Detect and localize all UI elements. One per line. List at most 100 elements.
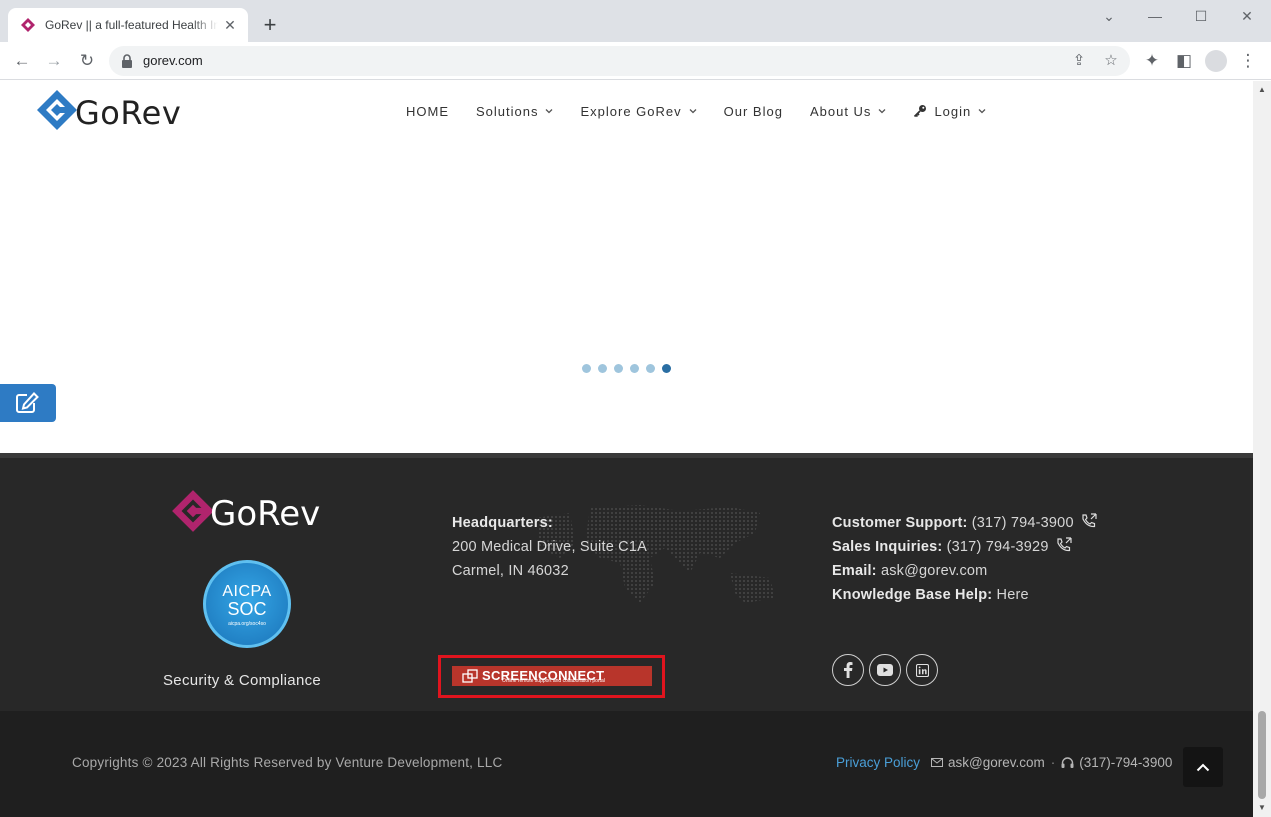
back-icon[interactable]: ← xyxy=(10,49,34,73)
logo-text: GoRev xyxy=(75,94,182,132)
nav-home[interactable]: HOME xyxy=(406,104,449,119)
nav-solutions[interactable]: Solutions xyxy=(476,104,553,119)
slider-dot[interactable] xyxy=(630,364,639,373)
profile-avatar[interactable] xyxy=(1205,50,1227,72)
slider-dot-active[interactable] xyxy=(662,364,671,373)
email-link[interactable]: ask@gorev.com xyxy=(881,563,988,579)
slider-pagination xyxy=(582,364,678,373)
address-bar[interactable]: gorev.com ⇪ ☆ xyxy=(109,46,1130,76)
screenconnect-banner: SCREENCONNECT Online remote support and … xyxy=(452,666,652,686)
gorev-logo-mark-icon xyxy=(37,90,77,130)
nav-login-label: Login xyxy=(934,103,972,119)
slider-dot[interactable] xyxy=(598,364,607,373)
bottom-email[interactable]: ask@gorev.com xyxy=(948,755,1045,770)
scroll-down-arrow-icon[interactable]: ▼ xyxy=(1258,803,1266,812)
linkedin-icon xyxy=(915,663,929,677)
new-tab-button[interactable]: + xyxy=(258,14,282,38)
screenconnect-link[interactable]: SCREENCONNECT Online remote support and … xyxy=(438,655,665,698)
slider-dot[interactable] xyxy=(646,364,655,373)
page-scrollbar[interactable]: ▲ ▼ xyxy=(1253,81,1271,817)
footer-logo[interactable]: GoRev xyxy=(170,488,320,534)
envelope-icon xyxy=(931,758,944,767)
phone-icon xyxy=(1082,513,1097,528)
nav-about-label: About Us xyxy=(809,103,872,119)
webpage: GoRev HOME Solutions Explore GoRev Our B… xyxy=(0,81,1253,817)
headset-icon xyxy=(1061,756,1074,768)
browser-toolbar: ← → ↻ gorev.com ⇪ ☆ ✦ ◧ ⋮ xyxy=(0,42,1271,80)
email-label: Email: xyxy=(832,563,877,579)
aicpa-soc-badge[interactable]: AICPA SOC aicpa.org/soc4so xyxy=(203,560,291,648)
security-compliance-label: Security & Compliance xyxy=(163,672,322,689)
nav-our-blog[interactable]: Our Blog xyxy=(724,104,783,119)
aicpa-line2: SOC xyxy=(227,599,267,619)
linkedin-link[interactable] xyxy=(906,654,938,686)
extensions-icon[interactable]: ✦ xyxy=(1140,49,1164,73)
key-icon xyxy=(914,105,927,118)
gorev-favicon-icon xyxy=(21,18,35,32)
support-label: Customer Support: xyxy=(832,515,968,531)
bottom-phone[interactable]: (317)-794-3900 xyxy=(1079,755,1172,770)
nav-home-label: HOME xyxy=(406,103,449,119)
screenconnect-logo-icon xyxy=(462,669,478,683)
youtube-link[interactable] xyxy=(869,654,901,686)
tab-close-button[interactable]: ✕ xyxy=(222,17,238,33)
hq-label: Headquarters: xyxy=(452,515,553,531)
nav-about-us[interactable]: About Us xyxy=(810,104,886,119)
bottom-separator: · xyxy=(1050,755,1056,770)
nav-solutions-label: Solutions xyxy=(476,103,539,119)
scroll-up-arrow-icon[interactable]: ▲ xyxy=(1258,85,1266,94)
feedback-button[interactable] xyxy=(0,384,56,422)
facebook-icon xyxy=(844,662,853,678)
email-row: Email: ask@gorev.com xyxy=(832,559,1098,583)
slider-dot[interactable] xyxy=(582,364,591,373)
bottom-bar: Copyrights © 2023 All Rights Reserved by… xyxy=(0,711,1253,817)
site-logo[interactable]: GoRev xyxy=(35,86,181,132)
kb-link[interactable]: Here xyxy=(997,587,1029,603)
chevron-down-icon xyxy=(978,109,986,114)
aicpa-line3: aicpa.org/soc4so xyxy=(228,621,266,627)
menu-icon[interactable]: ⋮ xyxy=(1236,49,1260,73)
knowledge-base-row: Knowledge Base Help: Here xyxy=(832,583,1098,607)
hq-address-line1: 200 Medical Drive, Suite C1A xyxy=(452,539,647,555)
nav-blog-label: Our Blog xyxy=(723,103,783,119)
bookmark-star-icon[interactable]: ☆ xyxy=(1101,51,1121,71)
nav-login[interactable]: Login xyxy=(913,104,986,119)
support-phone[interactable]: (317) 794-3900 xyxy=(972,515,1074,531)
share-icon[interactable]: ⇪ xyxy=(1069,51,1089,71)
minimize-icon[interactable]: — xyxy=(1143,6,1167,26)
slider-dot[interactable] xyxy=(614,364,623,373)
footer-logo-text: GoRev xyxy=(210,494,321,534)
privacy-policy-link[interactable]: Privacy Policy xyxy=(836,755,920,770)
maximize-icon[interactable]: ☐ xyxy=(1189,6,1213,26)
social-links xyxy=(832,654,943,686)
nav-explore-gorev[interactable]: Explore GoRev xyxy=(580,103,697,119)
close-window-icon[interactable]: ✕ xyxy=(1235,6,1259,26)
forward-icon[interactable]: → xyxy=(42,49,66,73)
browser-tab[interactable]: GoRev || a full-featured Health Informat… xyxy=(8,8,248,42)
sales-label: Sales Inquiries: xyxy=(832,539,943,555)
chevron-up-icon xyxy=(1196,763,1210,771)
tab-search-icon[interactable]: ⌄ xyxy=(1097,6,1121,26)
phone-icon xyxy=(1057,537,1072,552)
chevron-down-icon xyxy=(878,109,886,114)
headquarters-block: Headquarters: 200 Medical Drive, Suite C… xyxy=(452,511,647,583)
youtube-icon xyxy=(877,664,893,676)
footer: GoRev AICPA SOC aicpa.org/soc4so Securit… xyxy=(0,453,1253,711)
side-panel-icon[interactable]: ◧ xyxy=(1172,49,1196,73)
facebook-link[interactable] xyxy=(832,654,864,686)
reload-icon[interactable]: ↻ xyxy=(75,49,99,73)
bottom-links: Privacy Policy ask@gorev.com · (317)-794… xyxy=(836,755,1172,770)
scroll-to-top-button[interactable] xyxy=(1183,747,1223,787)
nav-explore-label: Explore GoRev xyxy=(580,103,682,119)
customer-support-row: Customer Support: (317) 794-3900 xyxy=(832,511,1098,535)
chevron-down-icon xyxy=(546,109,553,114)
scroll-thumb[interactable] xyxy=(1258,711,1266,799)
main-nav: HOME Solutions Explore GoRev Our Blog Ab… xyxy=(406,101,1013,121)
sales-phone[interactable]: (317) 794-3929 xyxy=(947,539,1049,555)
tab-title: GoRev || a full-featured Health Informat… xyxy=(45,18,218,32)
hq-address-line2: Carmel, IN 46032 xyxy=(452,563,569,579)
browser-titlebar: GoRev || a full-featured Health Informat… xyxy=(0,0,1271,42)
copyright-text: Copyrights © 2023 All Rights Reserved by… xyxy=(72,755,503,770)
url-text: gorev.com xyxy=(143,53,203,68)
edit-icon xyxy=(16,392,39,413)
